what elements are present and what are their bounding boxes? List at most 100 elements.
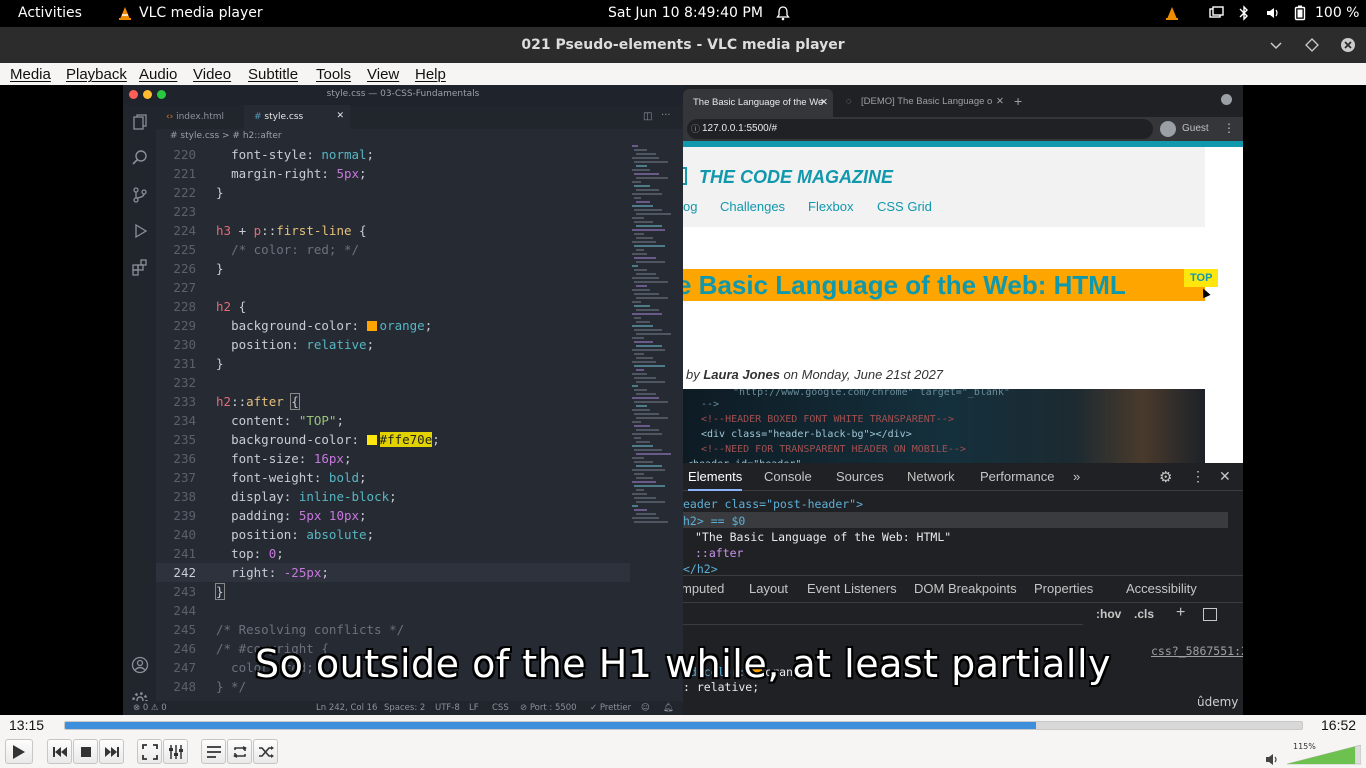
- line-number: 235: [173, 432, 196, 447]
- kebab-menu-icon: ⋮: [1191, 468, 1205, 484]
- previous-button[interactable]: [47, 739, 72, 764]
- class-toggle: .cls: [1134, 607, 1155, 621]
- dom-node: eader class="post-header">: [683, 497, 864, 511]
- extended-settings-button[interactable]: [163, 739, 188, 764]
- menu-view[interactable]: View: [367, 66, 399, 83]
- post-heading: e Basic Language of the Web: HTML: [683, 270, 1126, 300]
- play-button[interactable]: [5, 739, 33, 764]
- code-line: margin-right: 5px;: [231, 166, 367, 181]
- dom-node-close: </h2>: [683, 562, 718, 576]
- styles-tab-bar: mputed Layout Event Listeners DOM Breakp…: [683, 575, 1243, 603]
- tab-label: index.html: [176, 112, 225, 122]
- dom-selected-row: [683, 512, 1228, 528]
- post-image: "http://www.google.com/chrome" target="_…: [683, 389, 1205, 469]
- line-number: 231: [173, 356, 196, 371]
- stop-button[interactable]: [73, 739, 98, 764]
- panel-layout: Layout: [749, 581, 789, 596]
- split-editor-icon: ◫: [643, 111, 653, 122]
- close-button[interactable]: [1340, 37, 1356, 53]
- code-editor: 220 font-style: normal; 221 margin-right:…: [156, 147, 630, 703]
- menu-help[interactable]: Help: [415, 66, 446, 83]
- hover-state-toggle: :hov: [1096, 607, 1122, 621]
- code-line: h2::after {: [216, 393, 300, 410]
- activities-button[interactable]: Activities: [18, 5, 82, 21]
- menu-tools[interactable]: Tools: [316, 66, 351, 83]
- indentation: Spaces: 2: [384, 703, 426, 713]
- extended-settings-icon: [168, 744, 183, 759]
- kebab-menu-icon: ⋮: [1223, 121, 1235, 135]
- code-line: font-weight: bold;: [231, 470, 367, 485]
- menu-video[interactable]: Video: [193, 66, 231, 83]
- fullscreen-button[interactable]: [137, 739, 162, 764]
- close-icon: ✕: [820, 97, 828, 108]
- shuffle-button[interactable]: [253, 739, 278, 764]
- panel-computed: mputed: [683, 581, 725, 596]
- clock[interactable]: Sat Jun 10 8:49:40 PM: [608, 5, 763, 21]
- close-icon: ✕: [1219, 468, 1231, 484]
- code-line: h3 + p::first-line {: [216, 223, 367, 238]
- bluetooth-icon[interactable]: [1239, 5, 1249, 21]
- speaker-icon[interactable]: [1265, 751, 1279, 768]
- line-number: 239: [173, 508, 196, 523]
- close-icon: ✕: [336, 111, 344, 121]
- author-name: Laura Jones: [703, 367, 780, 382]
- devtools-tab-bar: Elements Console Sources Network Perform…: [683, 463, 1243, 491]
- loop-button[interactable]: [227, 739, 252, 764]
- app-menu-label[interactable]: VLC media player: [139, 5, 263, 21]
- source-control-icon: [131, 186, 149, 204]
- run-debug-icon: [131, 222, 149, 240]
- total-time[interactable]: 16:52: [1321, 717, 1356, 733]
- minimize-button[interactable]: [1268, 37, 1284, 53]
- maximize-button[interactable]: [1304, 37, 1320, 53]
- window-title-bar[interactable]: 021 Pseudo-elements - VLC media player: [0, 27, 1366, 63]
- seek-progress-fill: [65, 722, 1037, 729]
- seek-slider[interactable]: [64, 721, 1303, 730]
- menu-playback[interactable]: Playback: [66, 66, 127, 83]
- browser-tab-label: [DEMO] The Basic Language o: [861, 96, 993, 107]
- top-badge: TOP: [1184, 269, 1219, 287]
- dom-pseudo-after: ::after: [695, 546, 744, 560]
- line-number: 237: [173, 470, 196, 485]
- line-number: 234: [173, 413, 196, 428]
- nav-flexbox: Flexbox: [808, 199, 854, 214]
- vscode-tab-bar: ‹› index.html # style.css ✕ ◫ ···: [156, 105, 683, 129]
- nav-challenges: Challenges: [720, 199, 786, 214]
- battery-icon[interactable]: [1294, 5, 1306, 21]
- code-line: background-color: #ffe70e;: [231, 432, 440, 447]
- menu-subtitle[interactable]: Subtitle: [248, 66, 298, 83]
- line-number: 225: [173, 242, 196, 257]
- menu-media[interactable]: Media: [10, 66, 51, 83]
- line-number: 226: [173, 261, 196, 276]
- image-code-line: "http://www.google.com/chrome" target="_…: [733, 389, 1010, 398]
- code-line: position: relative;: [231, 337, 375, 352]
- network-icon[interactable]: [1209, 6, 1224, 20]
- video-output[interactable]: style.css — 03-CSS-Fundamentals ‹› index…: [0, 85, 1366, 715]
- code-line: display: inline-block;: [231, 489, 397, 504]
- stop-icon: [80, 746, 91, 757]
- speaker-icon[interactable]: [1266, 6, 1280, 20]
- line-number: 224: [173, 223, 196, 238]
- line-number: 241: [173, 546, 196, 561]
- vscode-title: style.css — 03-CSS-Fundamentals: [326, 89, 480, 99]
- vlc-cone-icon[interactable]: [1165, 6, 1179, 20]
- line-number: 243: [173, 584, 196, 599]
- line-number: 244: [173, 603, 196, 618]
- bell-icon[interactable]: [776, 6, 790, 21]
- url-text: 127.0.0.1:5500/#: [702, 123, 778, 134]
- dom-tree: eader class="post-header"> h2> == $0 "Th…: [683, 493, 1243, 576]
- udemy-watermark: ûdemy: [1197, 695, 1239, 709]
- previous-icon: [52, 746, 67, 757]
- devtools-tab-network: Network: [907, 469, 955, 484]
- nav-css-grid: CSS Grid: [877, 199, 932, 214]
- playlist-button[interactable]: [201, 739, 226, 764]
- panel-properties: Properties: [1034, 581, 1094, 596]
- volume-slider[interactable]: [1287, 745, 1361, 765]
- problems-count: ⊗ 0 ⚠ 0: [133, 703, 167, 713]
- menu-audio[interactable]: Audio: [139, 66, 177, 83]
- next-button[interactable]: [99, 739, 124, 764]
- battery-percent[interactable]: 100 %: [1315, 5, 1359, 21]
- elapsed-time[interactable]: 13:15: [9, 717, 44, 733]
- close-icon: ✕: [996, 96, 1004, 107]
- code-line: top: 0;: [231, 546, 284, 561]
- browser-tab-active: The Basic Language of the We ✕: [683, 89, 833, 117]
